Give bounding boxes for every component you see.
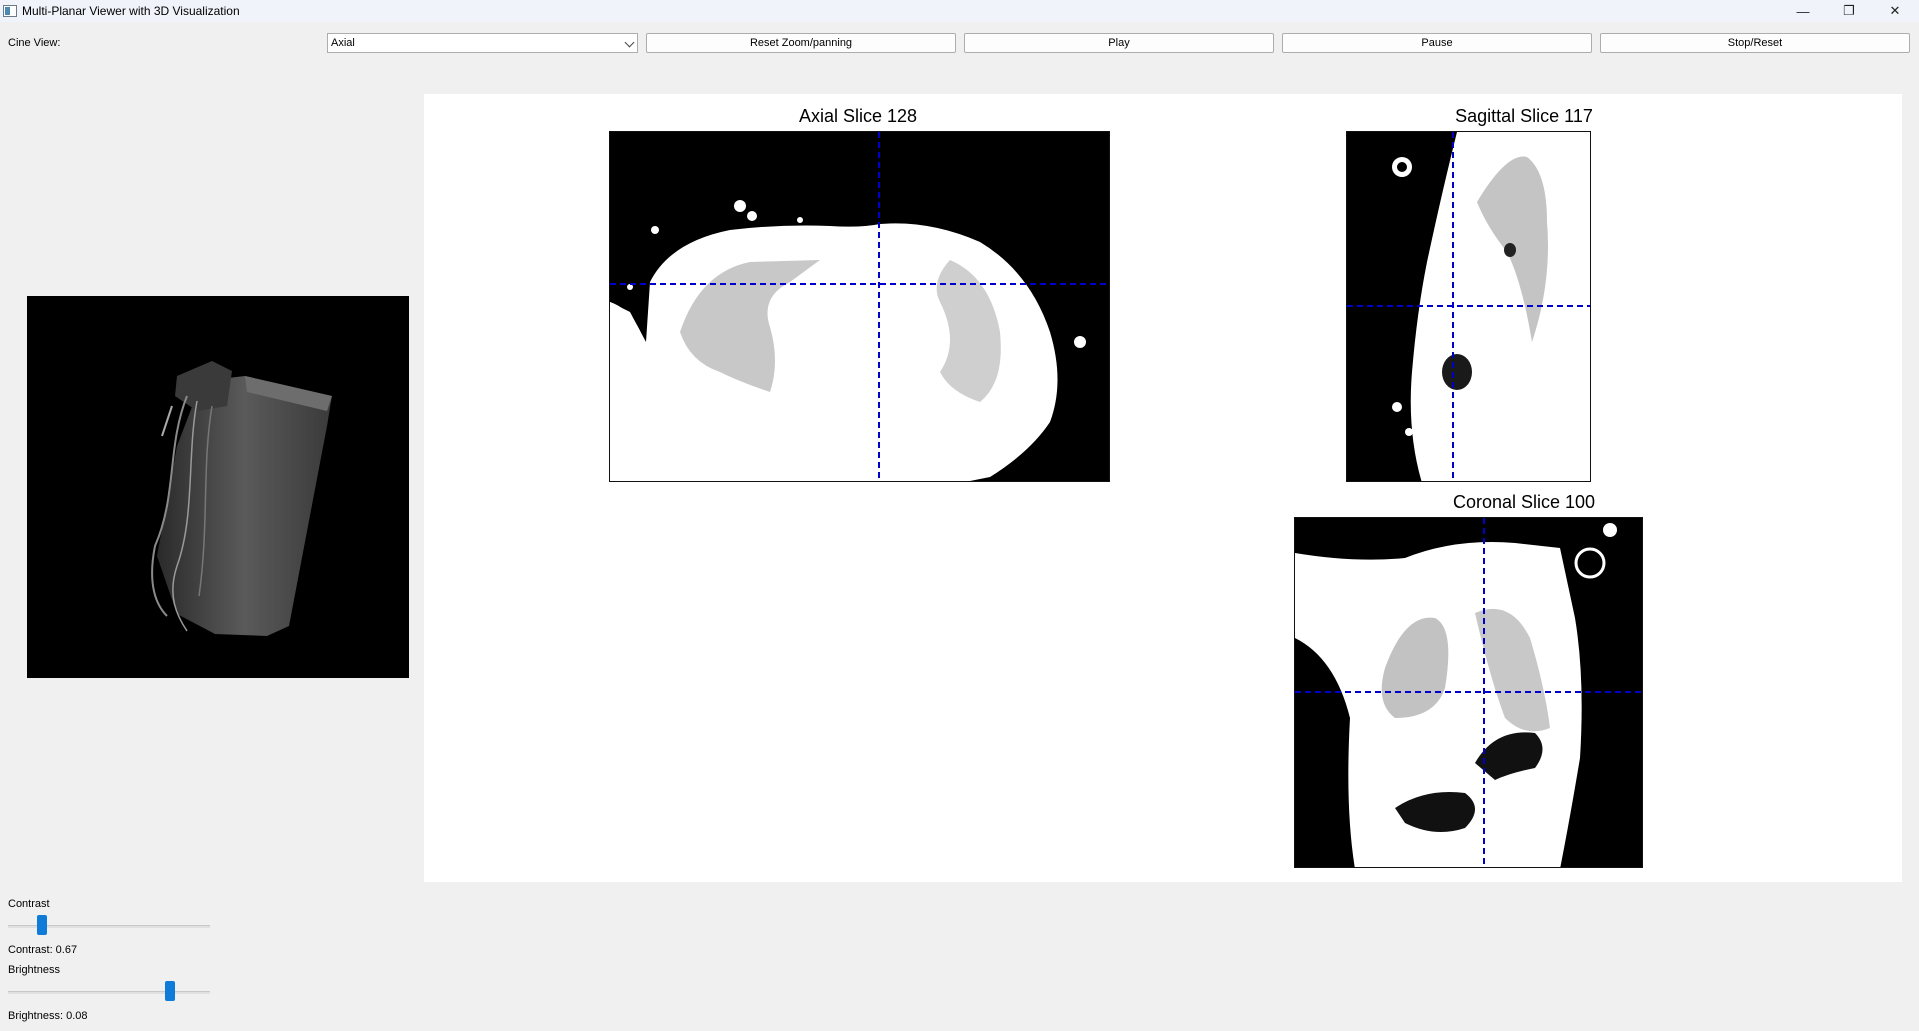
coronal-title: Coronal Slice 100 (1452, 492, 1596, 512)
reset-zoom-button[interactable]: Reset Zoom/panning (646, 33, 956, 53)
coronal-image (1295, 518, 1642, 867)
brightness-label: Brightness (8, 964, 60, 976)
coronal-view[interactable] (1294, 517, 1643, 868)
3d-view[interactable] (27, 296, 409, 678)
slice-canvas: Axial Slice 128 Sagittal Slice 117 Coron… (424, 94, 1902, 882)
axial-view[interactable] (609, 131, 1110, 482)
sagittal-image (1347, 132, 1590, 481)
contrast-slider-thumb[interactable] (37, 915, 47, 935)
restore-icon[interactable]: ❐ (1826, 0, 1872, 22)
contrast-label: Contrast (8, 898, 50, 910)
brightness-slider-thumb[interactable] (165, 981, 175, 1001)
brightness-slider[interactable] (8, 981, 210, 1003)
title-bar: Multi-Planar Viewer with 3D Visualizatio… (0, 0, 1919, 22)
minimize-icon[interactable]: — (1780, 0, 1826, 22)
play-button[interactable]: Play (964, 33, 1274, 53)
axial-image (610, 132, 1109, 481)
cine-view-select[interactable]: Axial (327, 33, 638, 53)
app-icon (3, 5, 17, 17)
cine-view-label: Cine View: (8, 37, 61, 49)
contrast-value: Contrast: 0.67 (8, 944, 78, 956)
3d-volume-render (151, 361, 332, 636)
chevron-down-icon (624, 37, 635, 48)
close-icon[interactable]: ✕ (1872, 0, 1918, 22)
cine-view-value: Axial (331, 37, 355, 49)
window-title: Multi-Planar Viewer with 3D Visualizatio… (22, 4, 240, 18)
pause-button[interactable]: Pause (1282, 33, 1592, 53)
sagittal-view[interactable] (1346, 131, 1591, 482)
sagittal-title: Sagittal Slice 117 (1455, 106, 1593, 126)
contrast-slider[interactable] (8, 915, 210, 937)
brightness-value: Brightness: 0.08 (8, 1010, 88, 1022)
stop-reset-button[interactable]: Stop/Reset (1600, 33, 1910, 53)
axial-title: Axial Slice 128 (798, 106, 918, 126)
